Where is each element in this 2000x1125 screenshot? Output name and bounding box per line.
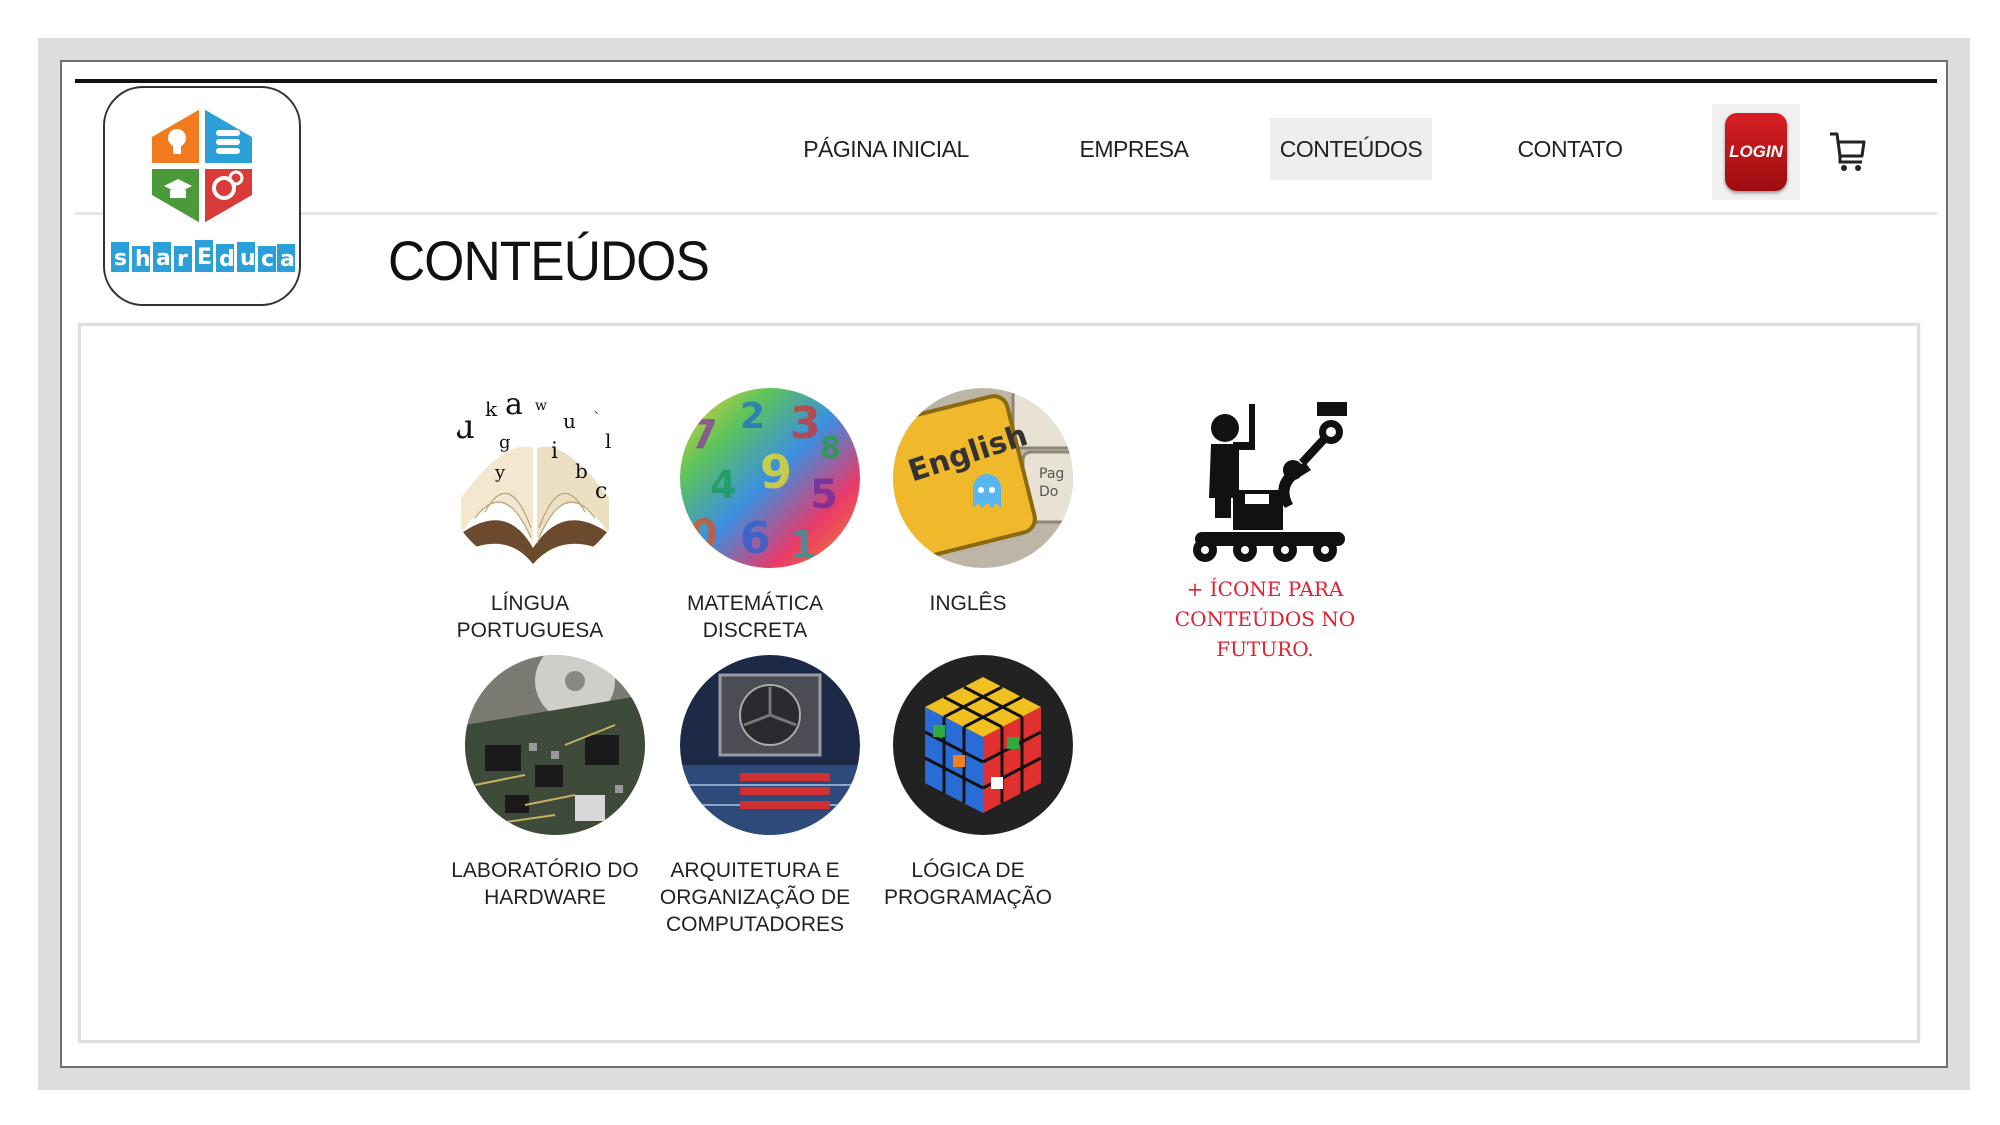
open-book-letters-icon: uk aw uc lg ib cy (445, 388, 625, 568)
svg-text:a: a (280, 247, 295, 272)
nav-empresa[interactable]: EMPRESA (1074, 118, 1194, 180)
course-label: LÍNGUA PORTUGUESA (456, 592, 604, 642)
nav-contato[interactable]: CONTATO (1505, 118, 1635, 180)
code-rubiks-cube-icon (893, 655, 1073, 835)
nav-conteudos[interactable]: CONTEÚDOS (1270, 118, 1432, 180)
login-button[interactable]: LOGIN (1725, 113, 1787, 191)
page-title: CONTEÚDOS (388, 229, 710, 292)
english-keyboard-key-icon: Pag Do English (893, 388, 1073, 568)
svg-text:E: E (197, 245, 212, 270)
svg-text:0: 0 (690, 512, 718, 558)
login-button-wrapper: LOGIN (1712, 104, 1800, 200)
svg-text:Do: Do (1039, 484, 1058, 500)
svg-text:k: k (485, 397, 498, 421)
future-contents-label: + ÍCONE PARA CONTEÚDOS NO FUTURO. (1174, 577, 1356, 661)
svg-text:3: 3 (790, 398, 821, 449)
svg-text:c: c (593, 395, 605, 420)
svg-text:u: u (563, 409, 576, 433)
cart-icon[interactable] (1828, 130, 1868, 174)
svg-text:9: 9 (760, 445, 792, 499)
logo-graphic: s h a r E d u c a (109, 108, 295, 274)
circuit-board-icon (465, 655, 645, 835)
svg-text:5: 5 (810, 472, 838, 518)
svg-text:b: b (575, 459, 588, 483)
colorful-numbers-icon: 7 2 3 4 9 5 0 6 1 8 (680, 388, 860, 568)
svg-text:2: 2 (740, 396, 765, 437)
course-label: INGLÊS (929, 592, 1007, 615)
robot-arm-conveyor-icon (1193, 402, 1347, 562)
course-ingles[interactable]: Pag Do English INGLÊS (868, 388, 1098, 617)
header-divider (75, 212, 1937, 215)
nav-pagina-inicial[interactable]: PÁGINA INICIAL (800, 118, 972, 180)
svg-text:1: 1 (790, 523, 816, 567)
top-rule (75, 79, 1937, 83)
future-contents-placeholder: + ÍCONE PARA CONTEÚDOS NO FUTURO. (1160, 398, 1370, 664)
svg-text:i: i (551, 439, 558, 464)
svg-text:a: a (156, 246, 171, 271)
svg-text:a: a (505, 388, 523, 422)
svg-text:s: s (114, 246, 127, 271)
svg-text:h: h (135, 247, 151, 272)
svg-text:Pag: Pag (1039, 466, 1064, 482)
cpu-cooler-motherboard-icon (680, 655, 860, 835)
sharEduca-logo[interactable]: s h a r E d u c a (103, 86, 301, 306)
svg-text:u: u (453, 407, 475, 447)
svg-text:u: u (240, 246, 256, 271)
svg-text:6: 6 (740, 513, 771, 564)
course-logica-programacao[interactable]: LÓGICA DE PROGRAMAÇÃO (868, 655, 1098, 911)
course-lingua-portuguesa[interactable]: uk aw uc lg ib cy LÍNGUA PORTUGUESA (420, 388, 650, 644)
svg-text:d: d (219, 247, 235, 272)
svg-text:7: 7 (690, 412, 718, 458)
svg-text:g: g (499, 432, 511, 453)
svg-text:r: r (177, 247, 188, 272)
svg-text:4: 4 (710, 463, 736, 507)
svg-text:l: l (605, 429, 611, 453)
svg-text:y: y (494, 462, 506, 483)
svg-text:c: c (261, 247, 274, 272)
svg-text:w: w (535, 398, 547, 414)
svg-text:8: 8 (820, 431, 841, 466)
svg-text:c: c (595, 479, 607, 504)
course-label: LÓGICA DE PROGRAMAÇÃO (883, 859, 1053, 909)
